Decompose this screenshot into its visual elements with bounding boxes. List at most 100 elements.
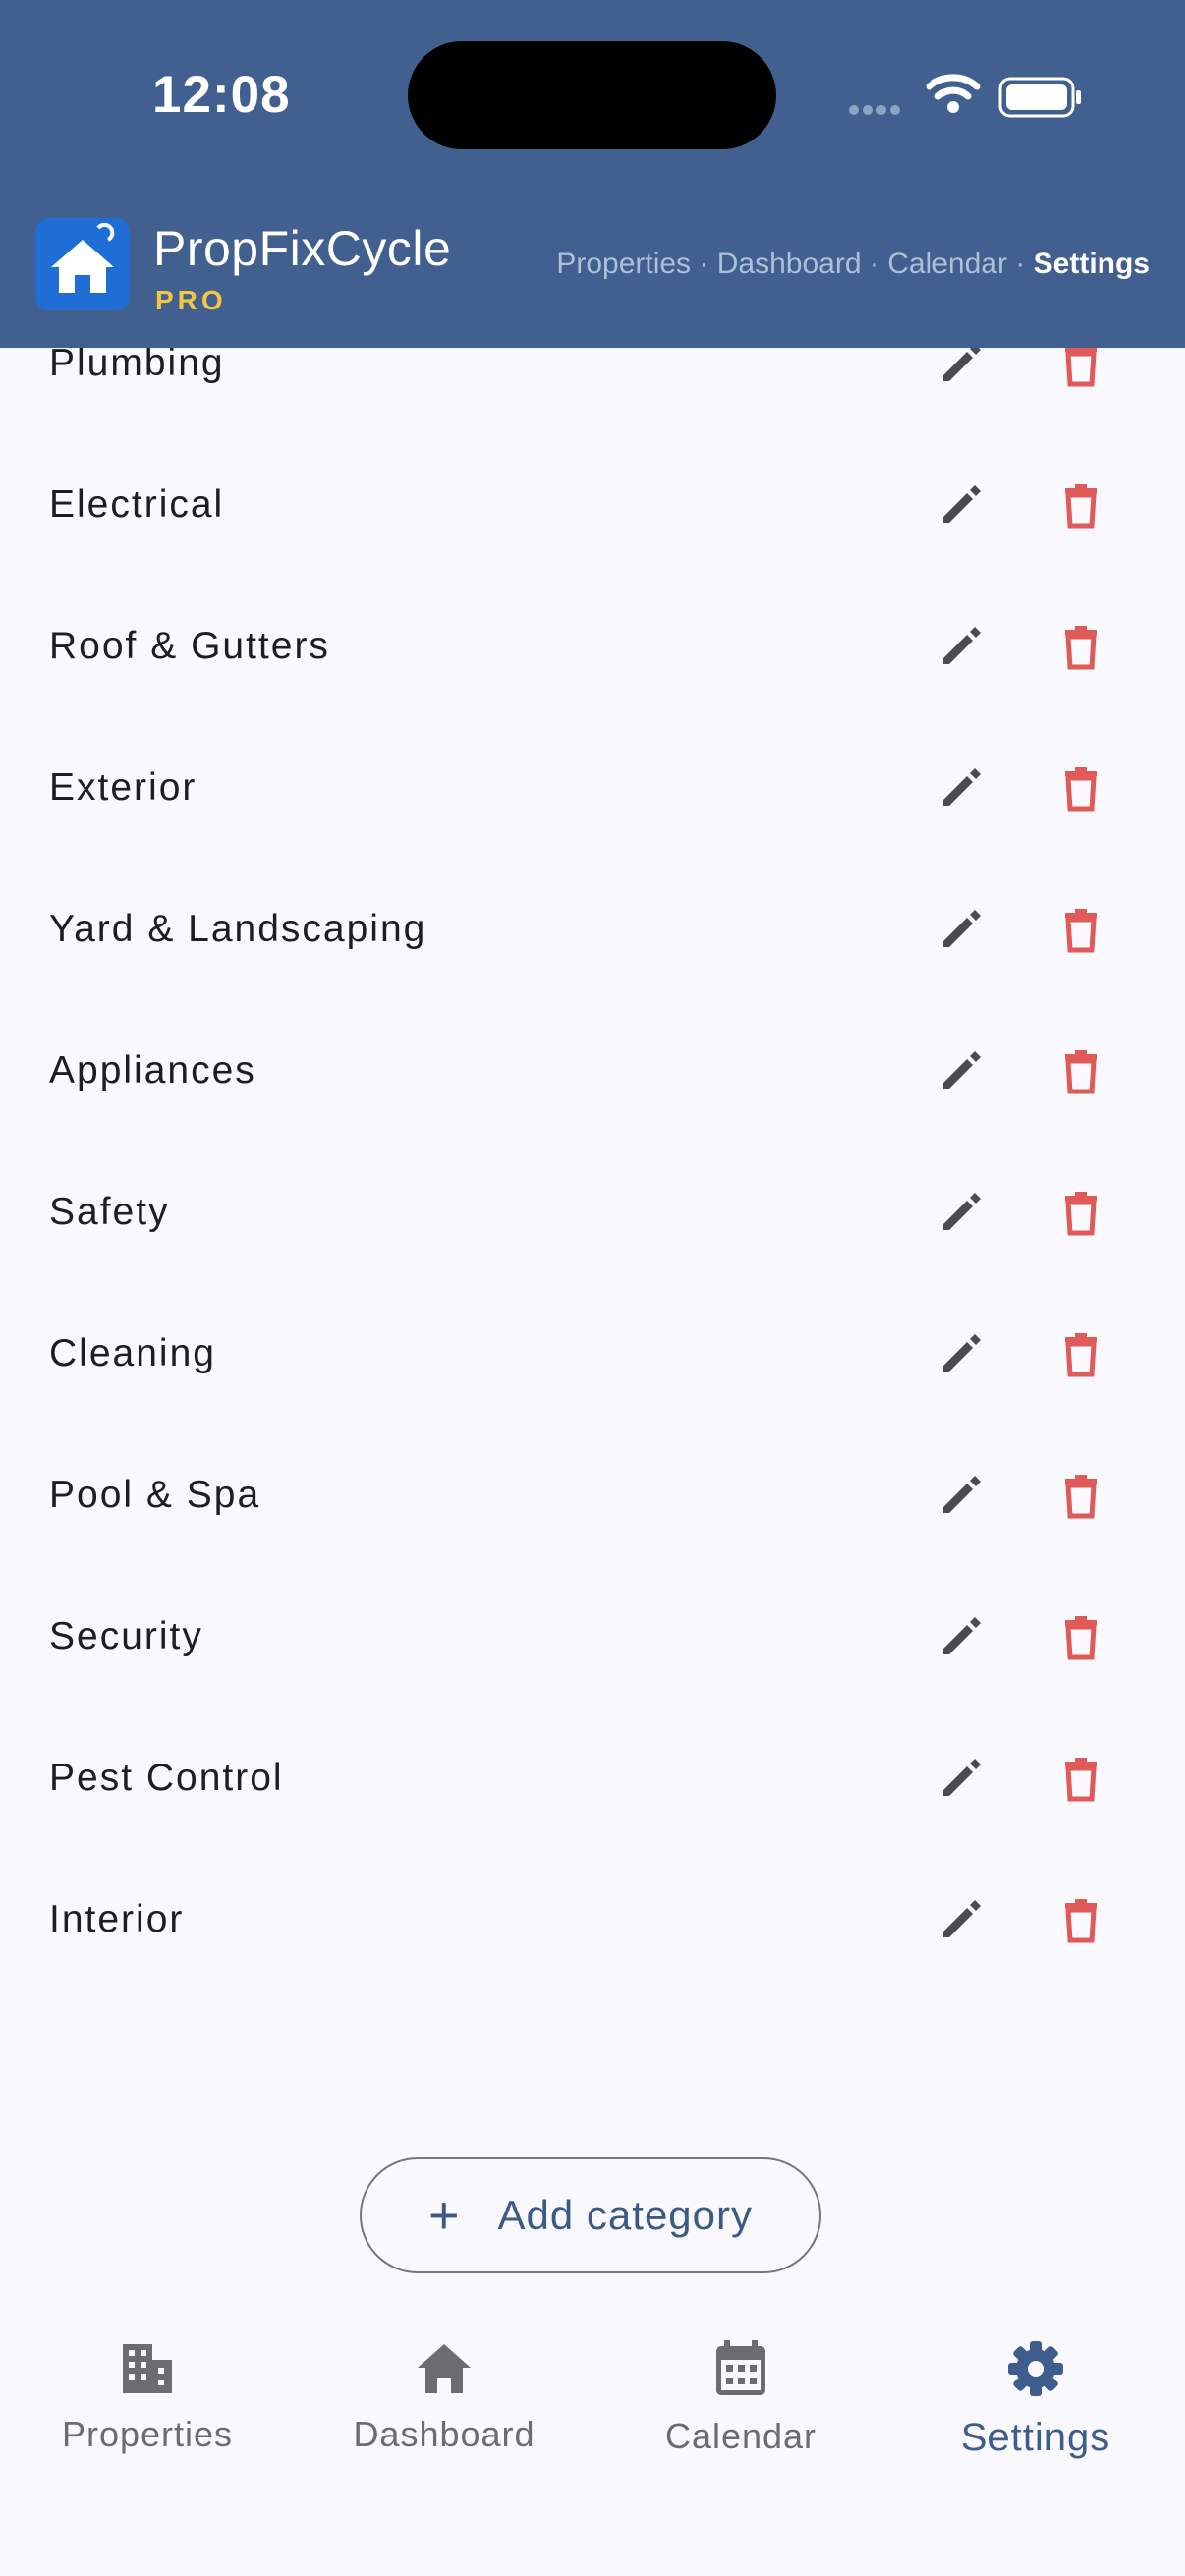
app-title: PropFixCycle bbox=[153, 221, 452, 276]
category-label: Roof & Gutters bbox=[49, 625, 330, 667]
category-row: Exterior bbox=[0, 717, 1185, 859]
delete-category-button[interactable] bbox=[1055, 1894, 1106, 1945]
pro-badge: PRO bbox=[155, 285, 227, 315]
nav-settings[interactable]: Settings bbox=[888, 2338, 1183, 2460]
category-row: Interior bbox=[0, 1849, 1185, 1990]
breadcrumb-calendar[interactable]: Calendar bbox=[887, 248, 1007, 280]
pencil-icon bbox=[943, 1900, 981, 1937]
delete-category-button[interactable] bbox=[1055, 904, 1106, 955]
category-row: Safety bbox=[0, 1142, 1185, 1283]
edit-category-button[interactable] bbox=[935, 1470, 987, 1521]
edit-category-button[interactable] bbox=[935, 1045, 987, 1096]
nav-label: Calendar bbox=[664, 2416, 818, 2456]
trash-icon bbox=[1065, 1475, 1097, 1519]
trash-icon bbox=[1065, 767, 1097, 812]
trash-icon bbox=[1065, 626, 1097, 670]
nav-calendar[interactable]: Calendar bbox=[593, 2338, 888, 2457]
category-row: Cleaning bbox=[0, 1283, 1185, 1425]
category-row: Yard & Landscaping bbox=[0, 859, 1185, 1000]
edit-category-button[interactable] bbox=[935, 1611, 987, 1662]
breadcrumb: Properties · Dashboard · Calendar · Sett… bbox=[556, 248, 1150, 281]
category-row: Pest Control bbox=[0, 1708, 1185, 1849]
trash-icon bbox=[1065, 909, 1097, 953]
breadcrumb-properties[interactable]: Properties bbox=[556, 248, 691, 280]
pencil-icon bbox=[943, 1334, 981, 1372]
delete-category-button[interactable] bbox=[1055, 479, 1106, 531]
delete-category-button[interactable] bbox=[1055, 621, 1106, 672]
delete-category-button[interactable] bbox=[1055, 1470, 1106, 1521]
trash-icon bbox=[1065, 1192, 1097, 1236]
delete-category-button[interactable] bbox=[1055, 1045, 1106, 1096]
breadcrumb-settings[interactable]: Settings bbox=[1034, 248, 1150, 280]
plus-icon: + bbox=[427, 2186, 461, 2245]
category-label: Pool & Spa bbox=[49, 1474, 261, 1516]
category-row: Security bbox=[0, 1566, 1185, 1708]
category-label: Yard & Landscaping bbox=[49, 908, 427, 950]
calendar-icon bbox=[716, 2340, 765, 2395]
status-time: 12:08 bbox=[152, 66, 291, 124]
pencil-icon bbox=[943, 768, 981, 806]
pencil-icon bbox=[943, 1051, 981, 1089]
pencil-icon bbox=[943, 627, 981, 664]
edit-category-button[interactable] bbox=[935, 1328, 987, 1379]
category-label: Security bbox=[49, 1615, 203, 1657]
edit-category-button[interactable] bbox=[935, 1753, 987, 1804]
nav-label: Properties bbox=[61, 2414, 234, 2454]
category-label: Cleaning bbox=[49, 1332, 216, 1374]
breadcrumb-separator: · bbox=[699, 248, 709, 280]
category-label: Plumbing bbox=[49, 342, 225, 384]
dynamic-island bbox=[408, 41, 776, 149]
delete-category-button[interactable] bbox=[1055, 1753, 1106, 1804]
category-label: Exterior bbox=[49, 766, 198, 809]
pencil-icon bbox=[943, 1193, 981, 1230]
bottom-navigation: Properties Dashboard Calendar Settings bbox=[0, 2299, 1185, 2576]
trash-icon bbox=[1065, 1050, 1097, 1094]
category-row: Appliances bbox=[0, 1000, 1185, 1142]
trash-icon bbox=[1065, 1333, 1097, 1377]
category-label: Safety bbox=[49, 1191, 170, 1233]
category-row: Roof & Gutters bbox=[0, 576, 1185, 717]
trash-icon bbox=[1065, 1899, 1097, 1943]
breadcrumb-separator: · bbox=[1015, 248, 1026, 280]
building-icon bbox=[123, 2344, 172, 2393]
cellular-signal-icon bbox=[849, 102, 904, 120]
delete-category-button[interactable] bbox=[1055, 1187, 1106, 1238]
trash-icon bbox=[1065, 1616, 1097, 1660]
wifi-icon bbox=[926, 74, 981, 113]
delete-category-button[interactable] bbox=[1055, 762, 1106, 813]
home-icon bbox=[418, 2344, 471, 2393]
app-logo bbox=[35, 218, 130, 310]
nav-label: Settings bbox=[960, 2416, 1111, 2459]
trash-icon bbox=[1065, 1758, 1097, 1802]
category-label: Appliances bbox=[49, 1049, 256, 1092]
delete-category-button[interactable] bbox=[1055, 1328, 1106, 1379]
battery-icon bbox=[998, 77, 1081, 118]
app-bar: 12:08 PropFixCycle PRO Properties · Dash… bbox=[0, 0, 1185, 348]
pencil-icon bbox=[943, 1759, 981, 1796]
nav-properties[interactable]: Properties bbox=[0, 2338, 295, 2455]
category-row: Pool & Spa bbox=[0, 1425, 1185, 1566]
pencil-icon bbox=[943, 1476, 981, 1513]
pencil-icon bbox=[943, 485, 981, 523]
edit-category-button[interactable] bbox=[935, 1894, 987, 1945]
pencil-icon bbox=[943, 1617, 981, 1654]
breadcrumb-dashboard[interactable]: Dashboard bbox=[717, 248, 862, 280]
pencil-icon bbox=[943, 910, 981, 947]
gear-icon bbox=[1008, 2341, 1063, 2396]
edit-category-button[interactable] bbox=[935, 904, 987, 955]
category-row: Electrical bbox=[0, 434, 1185, 576]
nav-label: Dashboard bbox=[353, 2414, 536, 2454]
nav-dashboard[interactable]: Dashboard bbox=[297, 2338, 592, 2455]
edit-category-button[interactable] bbox=[935, 1187, 987, 1238]
edit-category-button[interactable] bbox=[935, 621, 987, 672]
category-label: Interior bbox=[49, 1898, 185, 1940]
add-category-label: Add category bbox=[497, 2192, 754, 2238]
edit-category-button[interactable] bbox=[935, 479, 987, 531]
breadcrumb-separator: · bbox=[869, 248, 879, 280]
edit-category-button[interactable] bbox=[935, 762, 987, 813]
category-label: Pest Control bbox=[49, 1757, 284, 1799]
home-logo-icon bbox=[51, 222, 115, 293]
trash-icon bbox=[1065, 484, 1097, 529]
delete-category-button[interactable] bbox=[1055, 1611, 1106, 1662]
add-category-button[interactable]: + Add category bbox=[360, 2157, 821, 2273]
